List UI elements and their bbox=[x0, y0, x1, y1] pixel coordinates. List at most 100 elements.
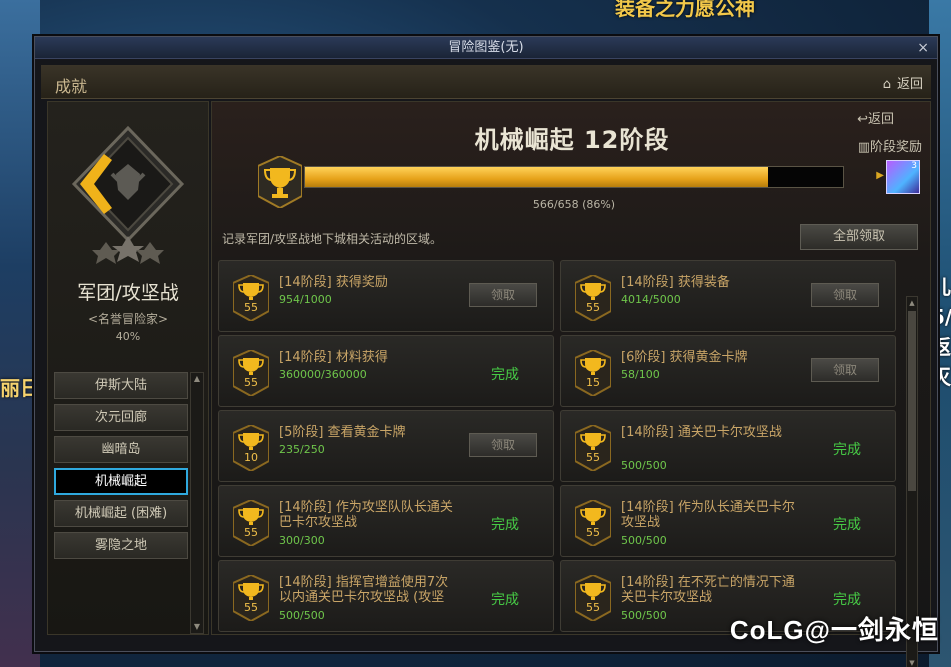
category-title-badge: <名誉冒险家> bbox=[87, 312, 169, 326]
window-titlebar: 冒险图鉴(无) × bbox=[35, 37, 937, 59]
achievement-progress: 954/1000 bbox=[279, 293, 332, 306]
completed-label: 完成 bbox=[491, 517, 519, 533]
trophy-badge-icon bbox=[232, 273, 270, 323]
trophy-icon bbox=[258, 156, 302, 208]
stage-nav-list: 伊斯大陆 次元回廊 幽暗岛 机械崛起 机械崛起 (困难) 雾隐之地 bbox=[54, 372, 190, 564]
trophy-badge-icon bbox=[232, 423, 270, 473]
reward-count: 3 bbox=[911, 161, 917, 171]
completed-label: 完成 bbox=[833, 517, 861, 533]
achievement-title: [14阶段] 材料获得 bbox=[279, 350, 388, 365]
achievement-title: [14阶段] 作为攻坚队队长通关巴卡尔攻坚战 bbox=[279, 500, 453, 530]
nav-scrollbar[interactable]: ▲ ▼ bbox=[190, 372, 204, 634]
nav-item-isle-continent[interactable]: 伊斯大陆 bbox=[54, 372, 188, 399]
achievement-card: 55 [14阶段] 通关巴卡尔攻坚战 500/500 完成 bbox=[560, 410, 896, 482]
achievement-points-badge: 55 bbox=[574, 573, 612, 623]
claim-button[interactable]: 领取 bbox=[811, 283, 879, 307]
achievement-progress: 500/500 bbox=[621, 609, 667, 622]
category-percent: 40% bbox=[115, 330, 141, 343]
trophy-badge-icon bbox=[574, 573, 612, 623]
achievement-points: 15 bbox=[586, 376, 600, 389]
achievement-card: 55 [14阶段] 获得奖励 954/1000 领取 bbox=[218, 260, 554, 332]
nav-item-machine-rise-hard[interactable]: 机械崛起 (困难) bbox=[54, 500, 188, 527]
stage-progress-fill bbox=[305, 167, 768, 187]
completed-label: 完成 bbox=[833, 592, 861, 608]
achievement-points-badge: 55 bbox=[574, 423, 612, 473]
nav-item-dark-island[interactable]: 幽暗岛 bbox=[54, 436, 188, 463]
scroll-up-icon[interactable]: ▲ bbox=[191, 373, 203, 385]
home-back-button[interactable]: ⌂ 返回 bbox=[883, 73, 923, 92]
achievement-progress: 58/100 bbox=[621, 368, 660, 381]
achievement-progress: 500/500 bbox=[279, 609, 325, 622]
achievement-title: [14阶段] 作为队长通关巴卡尔攻坚战 bbox=[621, 500, 795, 530]
achievement-points: 55 bbox=[586, 601, 600, 614]
gift-icon: ▥ bbox=[857, 140, 870, 155]
achievement-points-badge: 10 bbox=[232, 423, 270, 473]
stage-reward-button[interactable]: ▥阶段奖励 bbox=[858, 136, 922, 155]
achievement-points: 55 bbox=[586, 301, 600, 314]
achievement-card: 55 [14阶段] 作为队长通关巴卡尔攻坚战 500/500 完成 bbox=[560, 485, 896, 557]
nav-item-dimension-corridor[interactable]: 次元回廊 bbox=[54, 404, 188, 431]
claim-button[interactable]: 领取 bbox=[469, 283, 537, 307]
scroll-down-icon[interactable]: ▼ bbox=[907, 657, 917, 667]
trophy-badge-icon bbox=[232, 498, 270, 548]
achievement-card: 55 [14阶段] 作为攻坚队队长通关巴卡尔攻坚战 300/300 完成 bbox=[218, 485, 554, 557]
achievement-points: 55 bbox=[586, 451, 600, 464]
trophy-badge-icon bbox=[232, 348, 270, 398]
claim-button[interactable]: 领取 bbox=[469, 433, 537, 457]
trophy-badge-icon bbox=[574, 273, 612, 323]
claim-all-button[interactable]: 全部领取 bbox=[800, 224, 918, 250]
achievement-progress: 300/300 bbox=[279, 534, 325, 547]
window-title: 冒险图鉴(无) bbox=[448, 40, 524, 55]
achievement-points-badge: 15 bbox=[574, 348, 612, 398]
nav-item-machine-rise[interactable]: 机械崛起 bbox=[54, 468, 188, 495]
achievement-card: 15 [6阶段] 获得黄金卡牌 58/100 领取 bbox=[560, 335, 896, 407]
stage-detail-panel: ↩返回 机械崛起 12阶段 ▥阶段奖励 ▶ 3 566/658 (86%) 记录… bbox=[211, 101, 931, 667]
achievement-progress: 360000/360000 bbox=[279, 368, 367, 381]
achievement-title: [14阶段] 在不死亡的情况下通关巴卡尔攻坚战 bbox=[621, 575, 795, 605]
trophy-badge-icon bbox=[574, 348, 612, 398]
home-icon: ⌂ bbox=[882, 77, 891, 92]
achievement-points-badge: 55 bbox=[232, 348, 270, 398]
stage-progress-bar bbox=[304, 166, 844, 188]
achievement-title: [14阶段] 通关巴卡尔攻坚战 bbox=[621, 425, 782, 440]
achievement-card: 10 [5阶段] 查看黄金卡牌 235/250 领取 bbox=[218, 410, 554, 482]
completed-label: 完成 bbox=[491, 367, 519, 383]
section-header: 成就 ⌂ 返回 bbox=[41, 65, 931, 99]
achievement-points: 10 bbox=[244, 451, 258, 464]
scroll-down-icon[interactable]: ▼ bbox=[191, 621, 203, 633]
achievement-points-badge: 55 bbox=[574, 498, 612, 548]
stage-reward-item[interactable]: 3 bbox=[886, 160, 920, 194]
claim-button[interactable]: 领取 bbox=[811, 358, 879, 382]
scroll-up-icon[interactable]: ▲ bbox=[907, 297, 917, 309]
achievement-points: 55 bbox=[244, 301, 258, 314]
close-button[interactable]: × bbox=[917, 37, 929, 59]
achievement-points: 55 bbox=[244, 601, 258, 614]
trophy-badge-icon bbox=[574, 498, 612, 548]
achievement-progress: 500/500 bbox=[621, 459, 667, 472]
stage-progress-text: 566/658 (86%) bbox=[532, 198, 616, 211]
section-title: 成就 bbox=[55, 77, 88, 96]
achievement-title: [6阶段] 获得黄金卡牌 bbox=[621, 350, 748, 365]
achievement-grid: 55 [14阶段] 获得奖励 954/1000 领取 55 [14阶段] 获得装备 4014… bbox=[218, 260, 904, 632]
arrow-right-icon: ▶ bbox=[876, 170, 884, 181]
achievement-title: [14阶段] 指挥官增益使用7次以内通关巴卡尔攻坚战 (攻坚 bbox=[279, 575, 449, 605]
nav-item-misty-land[interactable]: 雾隐之地 bbox=[54, 532, 188, 559]
scroll-thumb[interactable] bbox=[908, 311, 916, 491]
achievement-points-badge: 55 bbox=[574, 273, 612, 323]
stage-title: 机械崛起 12阶段 bbox=[474, 126, 670, 154]
achievement-card: 55 [14阶段] 获得装备 4014/5000 领取 bbox=[560, 260, 896, 332]
achievement-progress: 235/250 bbox=[279, 443, 325, 456]
trophy-badge-icon bbox=[232, 573, 270, 623]
trophy-badge-icon bbox=[574, 423, 612, 473]
achievement-progress: 4014/5000 bbox=[621, 293, 681, 306]
achievement-title: [14阶段] 获得装备 bbox=[621, 275, 730, 290]
achievement-points: 55 bbox=[244, 526, 258, 539]
watermark: CoLG@一剑永恒 bbox=[729, 615, 939, 645]
completed-label: 完成 bbox=[833, 442, 861, 458]
achievement-progress: 500/500 bbox=[621, 534, 667, 547]
achievement-points: 55 bbox=[586, 526, 600, 539]
achievement-points-badge: 55 bbox=[232, 573, 270, 623]
achievement-points-badge: 55 bbox=[232, 273, 270, 323]
adventure-book-window: 冒险图鉴(无) × 成就 ⌂ 返回 军团/攻坚战 <名誉冒险家> 40% 伊斯大陆… bbox=[34, 36, 938, 667]
category-name: 军团/攻坚战 bbox=[77, 282, 179, 304]
